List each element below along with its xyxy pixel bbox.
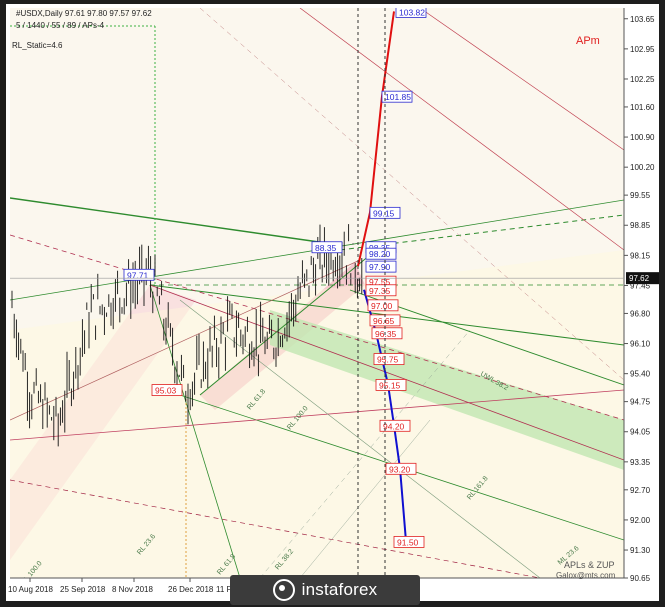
y-tick-label-0: 103.65	[630, 15, 655, 24]
brand-name: instaforex	[301, 580, 378, 599]
y-tick-label-7: 98.85	[630, 221, 651, 230]
level-label-8: 97.90	[369, 262, 391, 272]
plot-area: 97.7195.0388.35103.82101.8599.1598.3598.…	[10, 7, 624, 578]
y-tick-label-3: 101.60	[630, 103, 655, 112]
y-tick-label-13: 94.75	[630, 398, 651, 407]
header-line-1: #USDX,Daily 97.61 97.80 97.57 97.62	[16, 9, 152, 18]
level-label-5: 99.15	[373, 208, 395, 218]
y-tick-label-15: 93.35	[630, 458, 651, 467]
y-tick-label-17: 92.00	[630, 516, 651, 525]
level-label-11: 97.00	[371, 301, 393, 311]
x-tick-label-2: 8 Nov 2018	[112, 585, 153, 594]
y-tick-label-16: 92.70	[630, 486, 651, 495]
y-tick-label-6: 99.55	[630, 191, 651, 200]
brand-logo-icon	[272, 579, 295, 601]
header-line-3: RL_Static=4.6	[12, 41, 63, 50]
level-label-13: 96.35	[375, 329, 397, 339]
level-label-14: 95.75	[377, 355, 399, 365]
x-tick-label-3: 26 Dec 2018	[168, 585, 214, 594]
x-tick-label-1: 25 Sep 2018	[60, 585, 106, 594]
y-tick-label-10: 96.80	[630, 309, 651, 318]
y-tick-label-5: 100.20	[630, 163, 655, 172]
y-tick-label-11: 96.10	[630, 340, 651, 349]
level-label-15: 95.15	[379, 380, 401, 390]
y-tick-label-19: 90.65	[630, 574, 651, 583]
y-tick-label-12: 95.40	[630, 370, 651, 379]
x-tick-label-0: 10 Aug 2018	[8, 585, 53, 594]
y-tick-label-4: 100.90	[630, 133, 655, 142]
level-label-12: 96.65	[373, 316, 395, 326]
y-tick-label-18: 91.30	[630, 546, 651, 555]
level-label-4: 101.85	[385, 92, 411, 102]
credit-line-1: APLs & ZUP	[564, 560, 615, 570]
level-label-18: 91.50	[397, 537, 419, 547]
brand-watermark: instaforex	[230, 575, 420, 605]
y-tick-label-8: 98.15	[630, 251, 651, 260]
level-label-1: 95.03	[155, 386, 177, 396]
level-label-3: 103.82	[399, 7, 425, 17]
level-label-0: 97.71	[127, 270, 149, 280]
y-tick-label-2: 102.25	[630, 75, 655, 84]
header-line-2: 5 / 1440 / 55 / 89 / APs-4	[16, 21, 105, 30]
apm-tag: APm	[576, 35, 600, 47]
last-price-label: 97.62	[629, 274, 650, 283]
level-label-2: 88.35	[315, 243, 337, 253]
level-label-17: 93.20	[389, 464, 411, 474]
level-label-7: 98.20	[369, 249, 391, 259]
level-label-10: 97.35	[369, 286, 391, 296]
credit-line-2: Galox@mts.com	[556, 571, 616, 580]
y-tick-label-1: 102.95	[630, 45, 655, 54]
level-label-16: 94.20	[383, 421, 405, 431]
y-tick-label-14: 94.05	[630, 428, 651, 437]
chart-canvas[interactable]: 97.7195.0388.35103.82101.8599.1598.3598.…	[0, 0, 665, 607]
